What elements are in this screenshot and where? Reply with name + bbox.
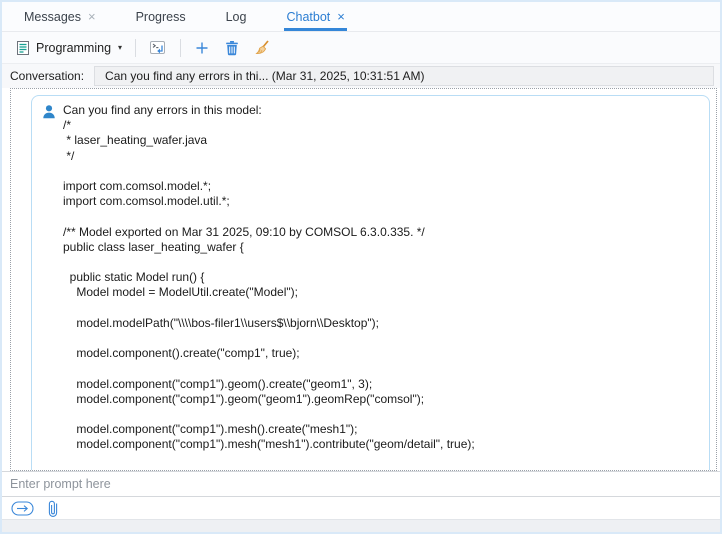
programming-mode-icon bbox=[15, 40, 31, 56]
user-message-text: Can you find any errors in this model: /… bbox=[32, 96, 709, 471]
chevron-down-icon: ▾ bbox=[118, 43, 122, 52]
insert-to-editor-icon bbox=[149, 39, 167, 57]
chatbot-toolbar: Programming ▾ bbox=[2, 32, 720, 63]
tab-log[interactable]: Log bbox=[224, 2, 249, 31]
conversation-select-value: Can you find any errors in thi... (Mar 3… bbox=[105, 69, 425, 83]
prompt-row bbox=[2, 471, 720, 497]
user-avatar-icon bbox=[41, 104, 57, 123]
programming-mode-dropdown[interactable]: Programming ▾ bbox=[12, 38, 125, 58]
close-icon[interactable]: × bbox=[337, 10, 345, 23]
new-conversation-button[interactable] bbox=[191, 38, 213, 58]
insert-to-editor-button[interactable] bbox=[146, 37, 170, 59]
trash-icon bbox=[224, 40, 240, 56]
tab-chatbot[interactable]: Chatbot × bbox=[284, 2, 346, 31]
status-strip bbox=[2, 519, 720, 532]
chatbot-panel: Messages × Progress Log Chatbot × bbox=[0, 0, 722, 534]
delete-conversation-button[interactable] bbox=[221, 38, 243, 58]
tab-label: Messages bbox=[24, 10, 81, 24]
conversation-bar: Conversation: Can you find any errors in… bbox=[2, 63, 720, 88]
toolbar-separator bbox=[180, 39, 181, 57]
attach-file-button[interactable] bbox=[47, 499, 59, 518]
clear-conversation-button[interactable] bbox=[251, 38, 273, 58]
mode-label: Programming bbox=[36, 41, 111, 55]
conversation-panel[interactable]: Can you find any errors in this model: /… bbox=[10, 88, 717, 471]
send-prompt-button[interactable] bbox=[11, 501, 34, 516]
prompt-input[interactable] bbox=[2, 471, 720, 497]
toolbar-separator bbox=[135, 39, 136, 57]
tab-label: Log bbox=[226, 10, 247, 24]
close-icon[interactable]: × bbox=[88, 10, 96, 23]
broom-icon bbox=[254, 40, 270, 56]
plus-icon bbox=[194, 40, 210, 56]
conversation-select[interactable]: Can you find any errors in thi... (Mar 3… bbox=[94, 66, 714, 86]
user-message-bubble: Can you find any errors in this model: /… bbox=[31, 95, 710, 471]
tab-label: Chatbot bbox=[286, 10, 330, 24]
conversation-label: Conversation: bbox=[10, 69, 84, 83]
tab-progress[interactable]: Progress bbox=[134, 2, 188, 31]
tab-bar: Messages × Progress Log Chatbot × bbox=[2, 2, 720, 32]
tab-label: Progress bbox=[136, 10, 186, 24]
tab-messages[interactable]: Messages × bbox=[22, 2, 98, 31]
prompt-actions bbox=[2, 497, 720, 519]
